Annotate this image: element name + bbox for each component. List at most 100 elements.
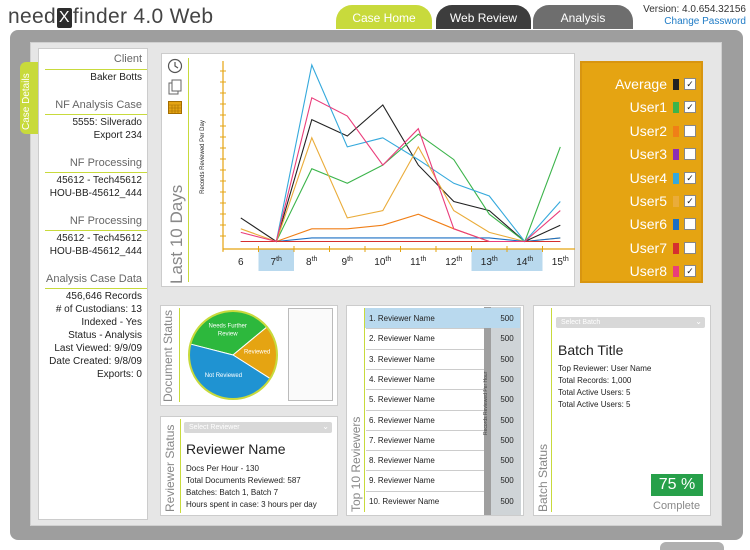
legend-checkbox[interactable]: ✓	[684, 171, 696, 184]
chevron-down-icon: ⌄	[322, 422, 329, 431]
top-reviewer-row[interactable]: 8. Reviewer Name 500	[365, 450, 520, 470]
case-details-tab-label: Case Details	[21, 73, 32, 130]
top-reviewer-name: 3. Reviewer Name	[369, 354, 435, 364]
select-batch-dropdown[interactable]: Select Batch ⌄	[556, 317, 705, 328]
nf-analysis-line-2: Export 234	[93, 130, 142, 141]
client-heading: Client	[113, 53, 142, 65]
nf-processing-1-line-2: HOU-BB-45612_444	[49, 188, 142, 199]
legend-swatch	[673, 242, 679, 254]
legend-item-average[interactable]: Average ✓	[582, 73, 703, 95]
divider	[180, 419, 181, 513]
row-divider	[366, 348, 484, 350]
nf-analysis-line-1: 5555: Silverado	[72, 117, 143, 128]
top-reviewer-row[interactable]: 7. Reviewer Name 500	[365, 430, 520, 450]
top-reviewer-row[interactable]: 2. Reviewer Name 500	[365, 328, 520, 348]
legend-label: User4	[629, 169, 667, 186]
clock-icon[interactable]	[167, 58, 183, 74]
row-divider	[366, 409, 484, 411]
document-status-pie: Needs Further ReviewReviewedNot Reviewed	[188, 310, 278, 400]
calendar-icon[interactable]	[167, 99, 183, 115]
graph-divider	[188, 58, 189, 282]
select-reviewer-dropdown[interactable]: Select Reviewer ⌄	[184, 422, 332, 433]
legend-item-user5[interactable]: User5 ✓	[582, 190, 703, 212]
legend-swatch	[673, 102, 679, 114]
legend-label: User3	[629, 146, 667, 163]
legend-checkbox[interactable]	[684, 218, 696, 231]
pie-slice-label: Reviewed	[244, 349, 270, 355]
legend-item-user8[interactable]: User8 ✓	[582, 260, 703, 282]
legend-checkbox[interactable]: ✓	[684, 195, 696, 207]
logo-text-need: need	[8, 5, 56, 28]
legend-checkbox[interactable]	[684, 124, 696, 137]
x-tick-label: 9th	[342, 256, 354, 268]
nf-processing-heading-2: NF Processing	[69, 215, 142, 227]
graph-period-title: Last 10 Days	[167, 184, 186, 284]
row-divider	[366, 470, 484, 472]
top-reviewer-row[interactable]: 3. Reviewer Name 500	[365, 349, 520, 369]
case-details-panel: Client Baker Botts NF Analysis Case 5555…	[38, 48, 148, 520]
legend-item-user4[interactable]: User4 ✓	[582, 167, 703, 189]
nf-processing-1-line-1: 45612 - Tech45612	[56, 175, 142, 186]
row-divider	[366, 450, 484, 452]
reviewer-docs-per-hour: Docs Per Hour - 130	[186, 464, 259, 473]
divider	[45, 114, 147, 115]
top-reviewer-row[interactable]: 6. Reviewer Name 500	[365, 410, 520, 430]
legend-label: User6	[629, 216, 667, 233]
legend-checkbox[interactable]: ✓	[684, 78, 696, 90]
tab-web-review[interactable]: Web Review	[436, 5, 531, 29]
legend-label: Average	[615, 76, 667, 92]
legend-item-user2[interactable]: User2	[582, 120, 703, 142]
batch-status-title: Batch Status	[536, 443, 550, 512]
top-reviewer-row[interactable]: 4. Reviewer Name 500	[365, 369, 520, 389]
indexed-value: Indexed - Yes	[81, 317, 142, 328]
exports-value: Exports: 0	[96, 369, 142, 380]
top-reviewer-row[interactable]: 10. Reviewer Name 500	[365, 491, 520, 511]
nf-analysis-heading: NF Analysis Case	[55, 99, 142, 111]
batch-active-users-2: Total Active Users: 5	[558, 400, 631, 409]
case-details-tab[interactable]: Case Details	[20, 62, 40, 134]
tab-case-home[interactable]: Case Home	[336, 5, 432, 29]
legend-item-user3[interactable]: User3	[582, 143, 703, 165]
legend-swatch	[673, 266, 679, 278]
row-divider	[366, 328, 484, 330]
x-tick-label: 6	[238, 257, 244, 268]
legend-label: User8	[629, 263, 667, 280]
batch-title: Batch Title	[558, 342, 624, 358]
analysis-case-heading: Analysis Case Data	[46, 273, 142, 285]
batch-top-reviewer: Top Reviewer: User Name	[558, 364, 652, 373]
divider	[45, 172, 147, 173]
legend-checkbox[interactable]: ✓	[684, 101, 696, 114]
top-reviewer-name: 6. Reviewer Name	[369, 415, 435, 425]
reviewer-name: Reviewer Name	[186, 441, 286, 457]
top-reviewer-row[interactable]: 5. Reviewer Name 500	[365, 389, 520, 409]
legend-swatch	[673, 172, 679, 184]
date-created-value: Date Created: 9/8/09	[49, 356, 142, 367]
version-info: Version: 4.0.654.32156 Change Password	[643, 4, 746, 28]
legend-item-user6[interactable]: User6	[582, 213, 703, 235]
reviews-line-chart: Records Reviewed Per Day6 7th 8th 9th 10th 11…	[200, 61, 575, 271]
top-reviewer-row[interactable]: 9. Reviewer Name 500	[365, 470, 520, 490]
bottom-tab-stub	[660, 542, 724, 550]
top-reviewer-row[interactable]: 1. Reviewer Name 500	[365, 308, 520, 328]
legend-label: User5	[629, 193, 667, 209]
top-reviewer-name: 2. Reviewer Name	[369, 334, 435, 344]
legend-item-user1[interactable]: User1 ✓	[582, 96, 703, 118]
legend-checkbox[interactable]: ✓	[684, 265, 696, 278]
documents-icon[interactable]	[167, 79, 183, 95]
legend-swatch	[673, 79, 679, 90]
change-password-link[interactable]: Change Password	[643, 16, 746, 28]
legend-checkbox[interactable]	[684, 241, 696, 254]
top-reviewer-value: 500	[500, 395, 514, 405]
tab-analysis[interactable]: Analysis	[533, 5, 633, 29]
chevron-down-icon: ⌄	[695, 317, 702, 326]
legend-swatch	[673, 125, 679, 137]
top-reviewer-value: 500	[500, 435, 514, 445]
series-line-average	[240, 104, 561, 243]
last-viewed-value: Last Viewed: 9/9/09	[54, 343, 142, 354]
legend-item-user7[interactable]: User7	[582, 237, 703, 259]
top-reviewer-name: 8. Reviewer Name	[369, 456, 435, 466]
legend-checkbox[interactable]	[684, 148, 696, 161]
divider	[551, 308, 552, 512]
batch-total-records: Total Records: 1,000	[558, 376, 632, 385]
legend-label: User1	[629, 99, 667, 116]
